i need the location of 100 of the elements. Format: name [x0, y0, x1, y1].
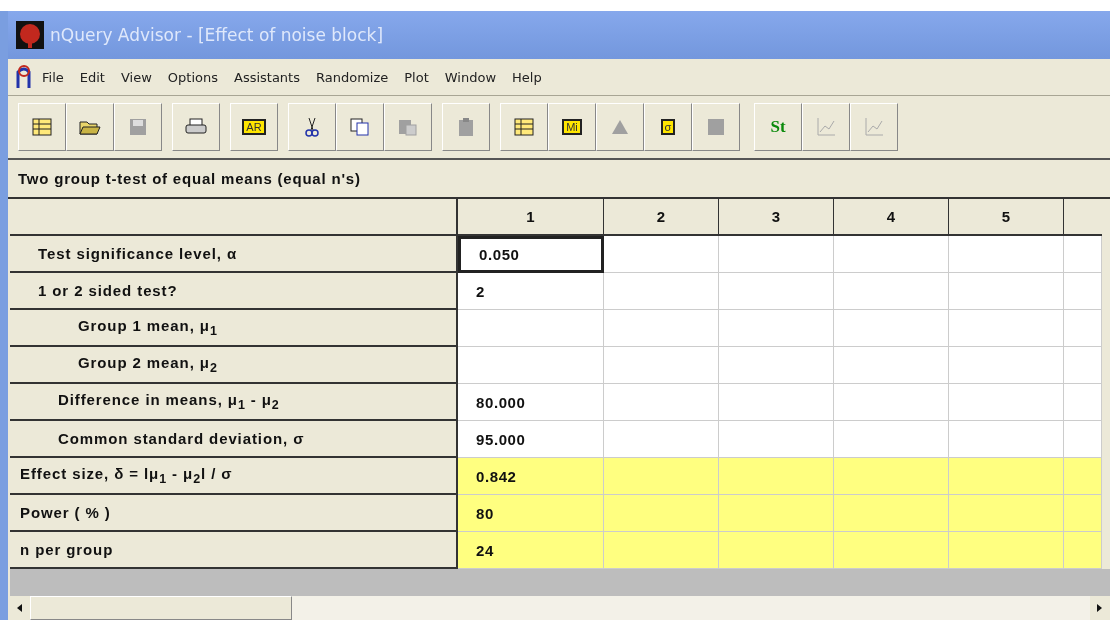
toolbar-button[interactable]: Mi [548, 103, 596, 151]
menu-item[interactable]: View [112, 69, 160, 85]
table-cell[interactable] [719, 310, 834, 347]
table-cell[interactable] [834, 310, 949, 347]
toolbar-button[interactable] [500, 103, 548, 151]
table-cell[interactable] [949, 421, 1064, 458]
menu-item[interactable]: Plot [396, 69, 437, 85]
column-header: 1 [458, 199, 604, 236]
table-cell[interactable] [1064, 347, 1102, 384]
menu-item[interactable]: Options [159, 69, 226, 85]
menu-item[interactable]: Randomize [308, 69, 397, 85]
scroll-left-button[interactable] [10, 596, 30, 620]
table-cell[interactable] [719, 458, 834, 495]
right-arrow-icon [1097, 604, 1103, 612]
table-cell[interactable] [719, 495, 834, 532]
column-header: 2 [604, 199, 719, 236]
row-label: Difference in means, μ$_{1}$ - μ$_{2}$ [10, 384, 458, 421]
table-cell[interactable] [1064, 273, 1102, 310]
table-cell[interactable]: 0.050 [458, 236, 604, 273]
chart-icon [864, 117, 884, 137]
table-cell[interactable] [834, 347, 949, 384]
toolbar-button[interactable]: σ [644, 103, 692, 151]
table-cell[interactable]: 95.000 [458, 421, 604, 458]
table-cell[interactable] [604, 495, 719, 532]
window-title: nQuery Advisor - [Effect of noise block] [50, 25, 384, 45]
table-cell[interactable] [949, 347, 1064, 384]
table-cell[interactable] [834, 458, 949, 495]
tool-label: St [770, 117, 786, 137]
column-header: 4 [834, 199, 949, 236]
table-cell[interactable] [834, 532, 949, 569]
toolbar-button[interactable] [18, 103, 66, 151]
menu-item[interactable]: File [34, 69, 72, 85]
app-logo-icon [14, 64, 34, 90]
table-cell[interactable] [458, 347, 604, 384]
table-cell[interactable]: 24 [458, 532, 604, 569]
table-cell[interactable] [834, 236, 949, 273]
table-cell[interactable] [719, 384, 834, 421]
table-cell[interactable] [719, 421, 834, 458]
table-cell[interactable] [719, 273, 834, 310]
menu-item[interactable]: Window [436, 69, 505, 85]
table-cell[interactable] [458, 310, 604, 347]
row-label: n per group [10, 532, 458, 569]
row-label: Group 1 mean, μ$_{1}$ [10, 310, 458, 347]
left-arrow-icon [17, 604, 23, 612]
clipboard-icon [458, 117, 474, 137]
copy-icon [350, 118, 370, 136]
table-cell[interactable]: 0.842 [458, 458, 604, 495]
table-cell[interactable] [604, 347, 719, 384]
column-header: 5 [949, 199, 1064, 236]
table-cell[interactable] [604, 458, 719, 495]
table-cell[interactable] [719, 532, 834, 569]
toolbar-button[interactable] [288, 103, 336, 151]
toolbar-button[interactable]: AR [230, 103, 278, 151]
table-cell[interactable] [604, 532, 719, 569]
menu-item[interactable]: Edit [71, 69, 113, 85]
table-cell[interactable] [1064, 532, 1102, 569]
table-cell[interactable] [834, 384, 949, 421]
table-cell[interactable] [719, 347, 834, 384]
table-cell[interactable] [949, 495, 1064, 532]
table-cell[interactable] [1064, 458, 1102, 495]
table-cell[interactable] [949, 310, 1064, 347]
folder-icon [79, 118, 101, 136]
table-cell[interactable] [604, 273, 719, 310]
menu-item[interactable]: Assistants [226, 69, 308, 85]
scroll-thumb[interactable] [30, 596, 292, 620]
table-cell[interactable] [949, 532, 1064, 569]
horizontal-scrollbar[interactable] [10, 596, 1110, 620]
table-cell[interactable] [949, 458, 1064, 495]
toolbar-button[interactable] [172, 103, 220, 151]
table-cell[interactable] [834, 421, 949, 458]
toolbar-button[interactable] [336, 103, 384, 151]
table-cell[interactable] [604, 236, 719, 273]
row-label: 1 or 2 sided test? [10, 273, 458, 310]
row-label: Group 2 mean, μ$_{2}$ [10, 347, 458, 384]
table-cell[interactable] [834, 495, 949, 532]
table-cell[interactable] [949, 273, 1064, 310]
row-label: Test significance level, α [10, 236, 458, 273]
spreadsheet-icon [32, 118, 52, 136]
table-cell[interactable] [604, 384, 719, 421]
table-cell[interactable] [604, 310, 719, 347]
row-label: Power ( % ) [10, 495, 458, 532]
table-cell[interactable] [1064, 310, 1102, 347]
table-cell[interactable]: 80 [458, 495, 604, 532]
tool-label: AR [242, 119, 266, 135]
printer-icon [185, 118, 207, 136]
table-cell[interactable] [1064, 495, 1102, 532]
toolbar-button[interactable] [66, 103, 114, 151]
table-cell[interactable] [719, 236, 834, 273]
table-cell[interactable] [1064, 384, 1102, 421]
menu-item[interactable]: Help [504, 69, 550, 85]
table-cell[interactable] [1064, 421, 1102, 458]
scroll-right-button[interactable] [1090, 596, 1110, 620]
table-cell[interactable] [604, 421, 719, 458]
table-cell[interactable] [834, 273, 949, 310]
table-cell[interactable] [949, 236, 1064, 273]
table-cell[interactable] [1064, 236, 1102, 273]
toolbar-button[interactable]: St [754, 103, 802, 151]
table-cell[interactable]: 80.000 [458, 384, 604, 421]
table-cell[interactable] [949, 384, 1064, 421]
table-cell[interactable]: 2 [458, 273, 604, 310]
